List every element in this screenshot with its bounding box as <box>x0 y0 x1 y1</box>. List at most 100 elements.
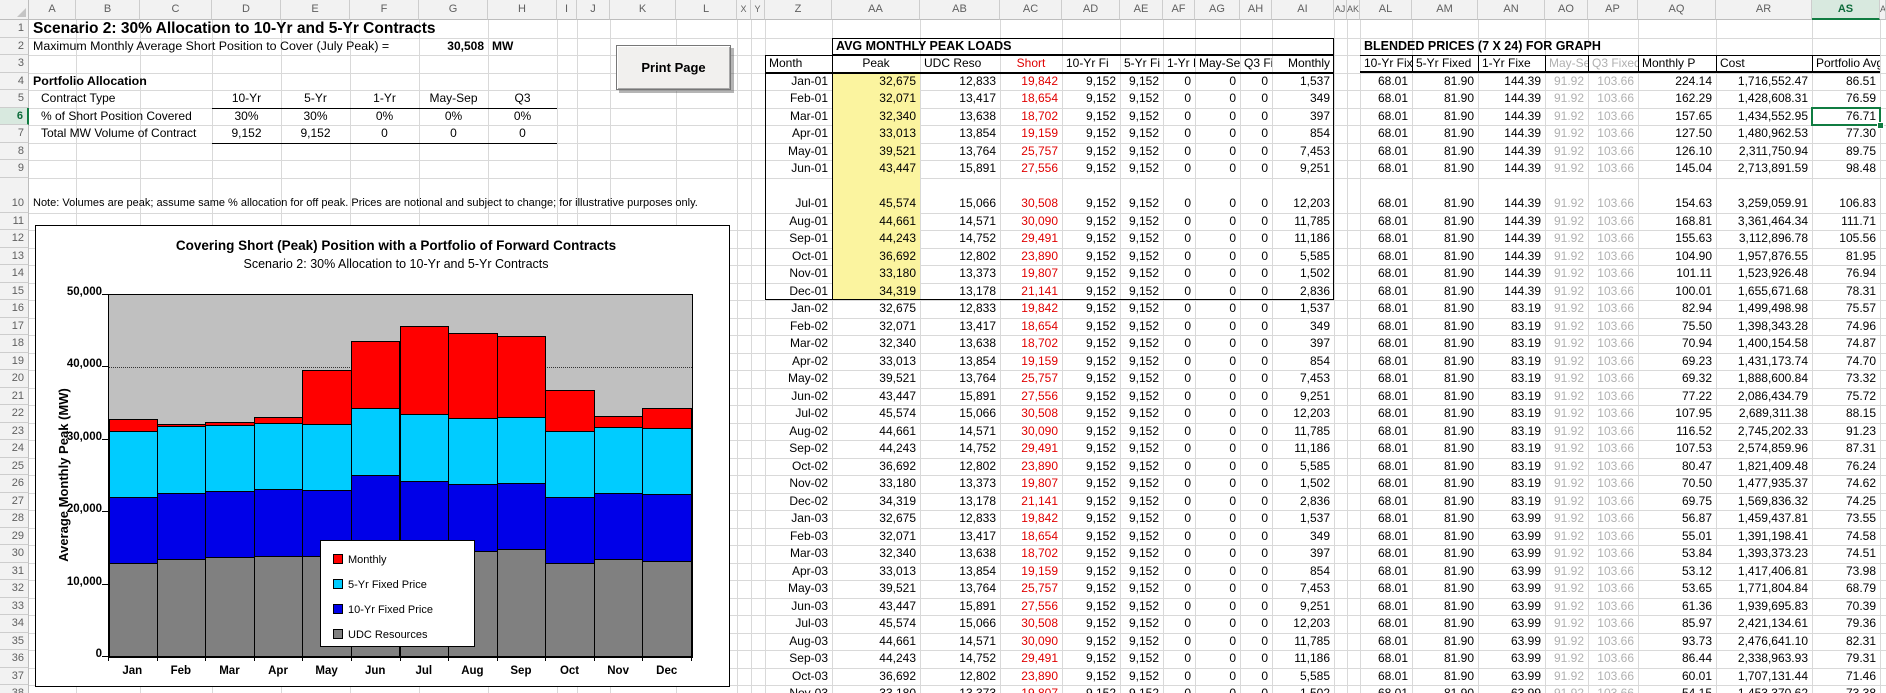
blended-table-cell[interactable]: 103.66 <box>1588 668 1638 686</box>
blended-table-cell[interactable]: 81.90 <box>1412 528 1478 546</box>
peak-table-cell[interactable]: 9,152 <box>1120 125 1163 143</box>
blended-table-cell[interactable]: 103.66 <box>1588 195 1638 213</box>
blended-table-cell[interactable]: 103.66 <box>1588 318 1638 336</box>
row-header-25[interactable]: 25 <box>0 458 29 476</box>
blended-table-cell[interactable]: 81.90 <box>1412 668 1478 686</box>
blended-table-cell[interactable]: 83.19 <box>1478 353 1545 371</box>
peak-table-cell[interactable]: 14,752 <box>920 650 1000 668</box>
peak-table-cell[interactable]: 0 <box>1163 633 1195 651</box>
max-short-label[interactable]: Maximum Monthly Average Short Position t… <box>29 38 393 56</box>
peak-table-cell[interactable]: 0 <box>1240 633 1272 651</box>
blended-table-cell[interactable]: 103.66 <box>1588 405 1638 423</box>
peak-table-cell[interactable]: 9,152 <box>1062 615 1120 633</box>
peak-table-cell[interactable]: 0 <box>1163 440 1195 458</box>
peak-table-cell[interactable]: 0 <box>1163 125 1195 143</box>
peak-table-cell[interactable]: Jun-03 <box>765 598 832 616</box>
blended-table-cell[interactable]: 103.66 <box>1588 545 1638 563</box>
peak-table-cell[interactable]: 21,141 <box>1000 283 1062 301</box>
blended-table-cell[interactable]: 69.75 <box>1638 493 1716 511</box>
peak-table-cell[interactable]: 1,537 <box>1272 510 1334 528</box>
blended-table-cell[interactable]: 103.66 <box>1588 615 1638 633</box>
blended-table-cell[interactable]: 1,453,370.62 <box>1716 685 1812 693</box>
peak-table-cell[interactable]: 9,152 <box>1120 248 1163 266</box>
peak-table-cell[interactable]: 0 <box>1195 563 1240 581</box>
peak-table-cell[interactable]: 1,502 <box>1272 475 1334 493</box>
peak-table-cell[interactable]: 29,491 <box>1000 650 1062 668</box>
blended-table-cell[interactable]: 81.90 <box>1412 545 1478 563</box>
row-header-7[interactable]: 7 <box>0 125 29 143</box>
peak-table-cell[interactable]: 0 <box>1195 615 1240 633</box>
blended-table-cell[interactable]: 68.01 <box>1360 318 1412 336</box>
row-header-5[interactable]: 5 <box>0 90 29 108</box>
blended-table-cell[interactable]: 81.90 <box>1412 458 1478 476</box>
peak-table-cell[interactable]: 0 <box>1163 668 1195 686</box>
blended-table-cell[interactable]: 144.39 <box>1478 160 1545 178</box>
peak-table-cell[interactable]: 9,152 <box>1062 143 1120 161</box>
peak-table-cell[interactable]: 15,891 <box>920 598 1000 616</box>
row-header-13[interactable]: 13 <box>0 248 29 266</box>
blended-table-cell[interactable]: 81.90 <box>1412 90 1478 108</box>
peak-table-cell[interactable]: 9,152 <box>1120 388 1163 406</box>
blended-table-cell[interactable]: 1,428,608.31 <box>1716 90 1812 108</box>
peak-table-cell[interactable]: 9,152 <box>1120 230 1163 248</box>
peak-table-cell[interactable]: 13,638 <box>920 335 1000 353</box>
peak-table-cell[interactable]: Nov-02 <box>765 475 832 493</box>
peak-table-cell[interactable]: 397 <box>1272 545 1334 563</box>
blended-table-cell[interactable]: 63.99 <box>1478 563 1545 581</box>
blended-table-cell[interactable]: 1,888,600.84 <box>1716 370 1812 388</box>
column-header-AH[interactable]: AH <box>1240 0 1272 20</box>
row-header-1[interactable]: 1 <box>0 20 29 38</box>
blended-table-cell[interactable]: 83.19 <box>1478 423 1545 441</box>
note-text[interactable]: Note: Volumes are peak; assume same % al… <box>29 195 702 213</box>
peak-table-cell[interactable]: 0 <box>1195 598 1240 616</box>
blended-table-cell[interactable]: 116.52 <box>1638 423 1716 441</box>
blended-table-cell[interactable]: 68.01 <box>1360 230 1412 248</box>
column-header-A[interactable]: A <box>29 0 76 20</box>
peak-table-cell[interactable]: 0 <box>1195 195 1240 213</box>
peak-table-cell[interactable]: 13,417 <box>920 318 1000 336</box>
peak-table-cell[interactable]: Jul-02 <box>765 405 832 423</box>
blended-table-cell[interactable]: 55.01 <box>1638 528 1716 546</box>
column-header-D[interactable]: D <box>212 0 281 20</box>
blended-table-cell[interactable]: 91.92 <box>1545 685 1588 693</box>
peak-table-cell[interactable]: 0 <box>1195 580 1240 598</box>
peak-table-cell[interactable]: 5,585 <box>1272 248 1334 266</box>
peak-table-cell[interactable]: 0 <box>1195 440 1240 458</box>
peak-table-cell[interactable]: 11,186 <box>1272 440 1334 458</box>
peak-table-cell[interactable]: 9,152 <box>1120 318 1163 336</box>
peak-table-cell[interactable]: 9,152 <box>1062 388 1120 406</box>
peak-table-cell[interactable]: 11,785 <box>1272 633 1334 651</box>
blended-table-cell[interactable]: 107.95 <box>1638 405 1716 423</box>
blended-table-cell[interactable]: 77.22 <box>1638 388 1716 406</box>
blended-table-cell[interactable]: 81.90 <box>1412 335 1478 353</box>
blended-table-cell[interactable]: 81.90 <box>1412 475 1478 493</box>
peak-table-cell[interactable]: 9,152 <box>1120 213 1163 231</box>
blended-table-cell[interactable]: 68.01 <box>1360 493 1412 511</box>
peak-table-cell[interactable]: 0 <box>1240 353 1272 371</box>
blended-table-cell[interactable]: 1,398,343.28 <box>1716 318 1812 336</box>
peak-table-cell[interactable]: 5,585 <box>1272 668 1334 686</box>
blended-table-cell[interactable]: 68.01 <box>1360 283 1412 301</box>
blended-table-cell[interactable]: 81.90 <box>1412 230 1478 248</box>
blended-table-cell[interactable]: 3,361,464.34 <box>1716 213 1812 231</box>
peak-table-cell[interactable]: 0 <box>1163 388 1195 406</box>
peak-table-cell[interactable]: 0 <box>1195 160 1240 178</box>
blended-table-cell[interactable]: 91.92 <box>1545 563 1588 581</box>
peak-table-cell[interactable]: 23,890 <box>1000 248 1062 266</box>
column-header-AP[interactable]: AP <box>1588 0 1638 20</box>
contract-type[interactable]: May-Sep <box>419 90 488 108</box>
blended-table-cell[interactable]: 91.92 <box>1545 475 1588 493</box>
peak-table-cell[interactable]: 13,764 <box>920 143 1000 161</box>
blended-table-cell[interactable]: 70.94 <box>1638 335 1716 353</box>
column-header-G[interactable]: G <box>419 0 488 20</box>
blended-table-cell[interactable]: 1,939,695.83 <box>1716 598 1812 616</box>
peak-table-cell[interactable]: 0 <box>1195 668 1240 686</box>
peak-table-cell[interactable]: 9,152 <box>1120 458 1163 476</box>
peak-table-cell[interactable]: 2,836 <box>1272 493 1334 511</box>
peak-table-cell[interactable]: 13,373 <box>920 475 1000 493</box>
peak-table-cell[interactable]: Feb-03 <box>765 528 832 546</box>
blended-table-cell[interactable]: 80.47 <box>1638 458 1716 476</box>
blended-table-cell[interactable]: 2,713,891.59 <box>1716 160 1812 178</box>
peak-table-cell[interactable]: Aug-03 <box>765 633 832 651</box>
peak-table-cell[interactable]: 9,152 <box>1062 160 1120 178</box>
